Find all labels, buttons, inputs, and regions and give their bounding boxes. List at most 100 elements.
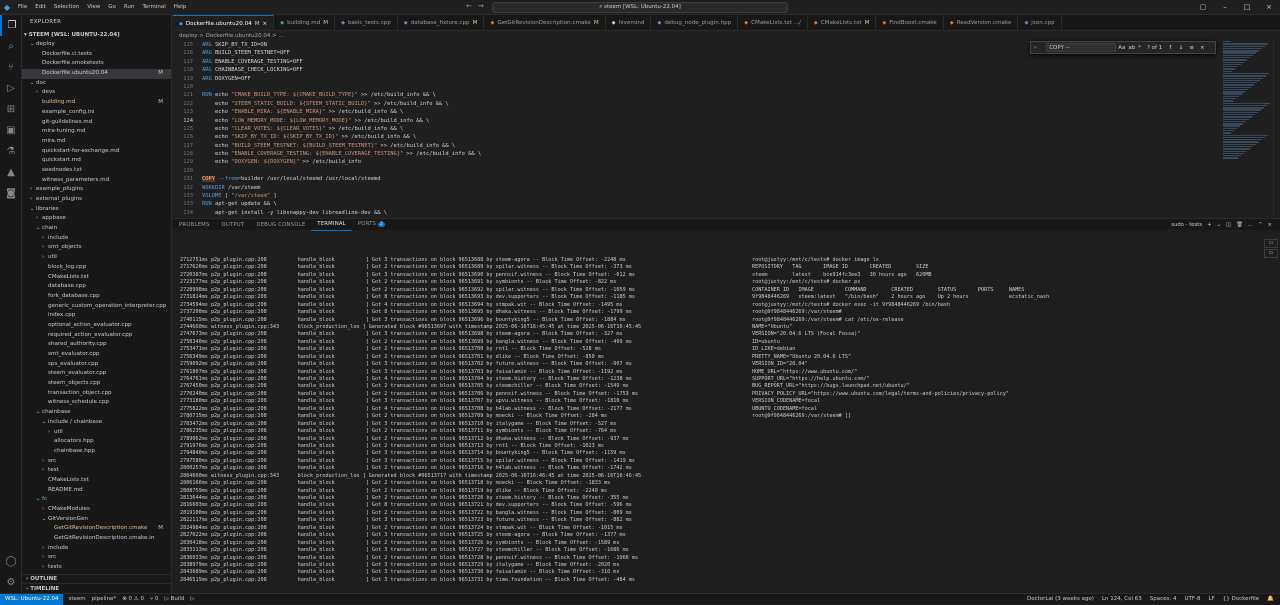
tab-ports[interactable]: PORTS 2 xyxy=(352,218,391,231)
tree-item[interactable]: database.cpp xyxy=(22,282,171,292)
tree-item[interactable]: › util xyxy=(22,428,171,438)
menu-terminal[interactable]: Terminal xyxy=(138,0,169,15)
terminal-name[interactable]: sudo - tests xyxy=(1171,219,1202,231)
tree-item[interactable]: › smt_objects xyxy=(22,243,171,253)
code-line[interactable]: 131 COPY --from=builder /usr/local/steemd… xyxy=(173,175,1273,183)
tree-item[interactable]: ⌄ include / chainbase xyxy=(22,418,171,428)
back-arrow-icon[interactable]: ← xyxy=(466,2,472,10)
more-actions-icon[interactable]: … xyxy=(1248,219,1253,231)
docker-icon[interactable]: ◙ xyxy=(0,183,22,204)
editor-tab[interactable]: ◆ CMakeLists.txt M xyxy=(808,15,877,30)
status-indentation[interactable]: Spaces: 4 xyxy=(1150,594,1177,605)
tree-item[interactable]: optional_action_evaluator.cpp xyxy=(22,321,171,331)
tree-item[interactable]: ⌄ fc xyxy=(22,495,171,505)
minimap[interactable] xyxy=(1223,41,1273,161)
terminal-instance-1-icon[interactable]: ▭ xyxy=(1264,239,1278,248)
tree-item[interactable]: mira.md xyxy=(22,137,171,147)
tree-item[interactable]: chainbase.hpp xyxy=(22,447,171,457)
tree-item[interactable]: › src xyxy=(22,457,171,467)
tree-item[interactable]: › test xyxy=(22,466,171,476)
tab-debug-console[interactable]: DEBUG CONSOLE xyxy=(250,219,311,231)
breadcrumb[interactable]: deploy > Dockerfile.ubuntu20.04 > ... xyxy=(173,31,1280,41)
menu-file[interactable]: File xyxy=(14,0,31,15)
tree-item[interactable]: block_log.cpp xyxy=(22,263,171,273)
menu-selection[interactable]: Selection xyxy=(50,0,83,15)
tree-item[interactable]: ⌄ GitVersionGen xyxy=(22,515,171,525)
tree-item[interactable]: ⌄ libraries xyxy=(22,205,171,215)
search-icon[interactable]: ⌕ xyxy=(0,36,22,57)
tree-item[interactable]: › include xyxy=(22,544,171,554)
remote-explorer-icon[interactable]: ▣ xyxy=(0,120,22,141)
tree-item[interactable]: quickstart.md xyxy=(22,156,171,166)
kill-terminal-icon[interactable]: 🗑 xyxy=(1236,219,1243,231)
code-line[interactable]: 121 RUN echo "CMAKE_BUILD_TYPE: ${CMAKE_B… xyxy=(173,91,1273,99)
tree-item[interactable]: witness_schedule.cpp xyxy=(22,398,171,408)
terminal-right[interactable]: root@justyy:/mnt/c/tests# docker image l… xyxy=(752,257,1262,457)
terminal-instance-2-icon[interactable]: ▭ xyxy=(1264,249,1278,258)
new-terminal-icon[interactable]: + xyxy=(1207,219,1211,231)
settings-gear-icon[interactable]: ⚙ xyxy=(0,572,22,593)
code-line[interactable]: 128 echo "ENABLE_COVERAGE_TESTING: ${ENA… xyxy=(173,150,1273,158)
editor-tab[interactable]: ◆ hivemind xyxy=(606,15,652,30)
tree-item[interactable]: building.md M xyxy=(22,98,171,108)
tree-item[interactable]: CMakeLists.txt xyxy=(22,273,171,283)
tree-item[interactable]: › CMakeModules xyxy=(22,505,171,515)
status-problems[interactable]: ⊗ 0 ⚠ 0 xyxy=(122,596,144,602)
menu-go[interactable]: Go xyxy=(104,0,120,15)
code-line[interactable]: 119 ARG DOXYGEN=OFF xyxy=(173,75,1273,83)
testing-icon[interactable]: ⚗ xyxy=(0,141,22,162)
editor-tab[interactable]: ◆ GetGitRevisionDescription.cmake M xyxy=(484,15,606,30)
status-run[interactable]: ▷ xyxy=(190,596,194,602)
terminal-dropdown-icon[interactable]: ⌄ xyxy=(1217,219,1221,231)
tree-item[interactable]: Dockerfile.smoketests xyxy=(22,59,171,69)
code-line[interactable]: 123 echo "ENABLE_MIRA: ${ENABLE_MIRA}" >… xyxy=(173,108,1273,116)
code-line[interactable]: 126 echo "SKIP_BY_TX_ID: ${SKIP_BY_TX_ID… xyxy=(173,133,1273,141)
notifications-bell-icon[interactable]: 🔔 xyxy=(1267,594,1274,605)
status-blame[interactable]: DoctorLai (3 weeks ago) xyxy=(1027,594,1094,605)
regex-toggle[interactable]: * xyxy=(1138,45,1141,51)
tree-item[interactable]: ⌄ chain xyxy=(22,224,171,234)
outline-section[interactable]: › OUTLINE xyxy=(22,574,171,583)
command-center[interactable]: ⌕ steem [WSL: Ubuntu-22.04] xyxy=(492,2,788,13)
match-case-toggle[interactable]: Aa xyxy=(1118,45,1125,51)
editor-tab[interactable]: ◆ basic_tests.cpp xyxy=(335,15,398,30)
status-workspace[interactable]: steem xyxy=(68,596,85,602)
close-find-icon[interactable]: × xyxy=(1200,45,1205,51)
tree-item[interactable]: ⌄ doc xyxy=(22,79,171,89)
tree-item[interactable]: index.cpp xyxy=(22,311,171,321)
status-branch[interactable]: pipeline* xyxy=(92,596,117,602)
tree-item[interactable]: › external_plugins xyxy=(22,195,171,205)
code-line[interactable]: 130 xyxy=(173,167,1273,175)
whole-word-toggle[interactable]: ab xyxy=(1128,45,1135,51)
workspace-root[interactable]: ▾ STEEM [WSL: UBUNTU-22.04] xyxy=(22,30,171,40)
tree-item[interactable]: git-guildelines.md xyxy=(22,118,171,128)
close-panel-icon[interactable]: × xyxy=(1268,219,1272,231)
close-tab-icon[interactable]: × xyxy=(263,16,268,31)
tree-item[interactable]: mira-tuning.md xyxy=(22,127,171,137)
maximize-panel-icon[interactable]: ⌃ xyxy=(1258,219,1262,231)
remote-indicator[interactable]: WSL: Ubuntu-22.04 xyxy=(0,593,64,605)
code-line[interactable]: 134 apt-get install -y libsnappy-dev lib… xyxy=(173,209,1273,217)
code-line[interactable]: 122 echo "STEEM_STATIC_BUILD: ${STEEM_ST… xyxy=(173,100,1273,108)
code-line[interactable]: 117 ARG ENABLE_COVERAGE_TESTING=OFF xyxy=(173,58,1273,66)
tree-item[interactable]: › src xyxy=(22,553,171,563)
tab-terminal[interactable]: TERMINAL xyxy=(311,218,352,231)
editor-tab[interactable]: ◆ building.md M xyxy=(274,15,336,30)
tree-item[interactable]: › devs xyxy=(22,88,171,98)
code-line[interactable]: 133 RUN apt-get update && \ xyxy=(173,200,1273,208)
tree-item[interactable]: transaction_object.cpp xyxy=(22,389,171,399)
tree-item[interactable]: ⌄ chainbase xyxy=(22,408,171,418)
tree-item[interactable]: generic_custom_operation_interpreter.cpp xyxy=(22,302,171,312)
next-match-icon[interactable]: ↓ xyxy=(1179,45,1184,51)
tab-output[interactable]: OUTPUT xyxy=(216,219,251,231)
tab-problems[interactable]: PROBLEMS xyxy=(173,219,216,231)
close-window-icon[interactable]: × xyxy=(1258,0,1280,15)
tree-item[interactable]: › example_plugins xyxy=(22,185,171,195)
status-cursor-position[interactable]: Ln 124, Col 63 xyxy=(1102,594,1142,605)
code-line[interactable]: 124 echo "LOW_MEMORY_MODE: ${LOW_MEMORY_… xyxy=(173,117,1273,125)
tree-item[interactable]: CMakeLists.txt xyxy=(22,476,171,486)
tree-item[interactable]: GetGitRevisionDescription.cmake.in xyxy=(22,534,171,544)
find-input[interactable]: COPY -- xyxy=(1046,43,1117,52)
account-icon[interactable]: ◯ xyxy=(0,551,22,572)
code-line[interactable]: 129 echo "DOXYGEN: ${DOXYGEN}" >> /etc/b… xyxy=(173,158,1273,166)
